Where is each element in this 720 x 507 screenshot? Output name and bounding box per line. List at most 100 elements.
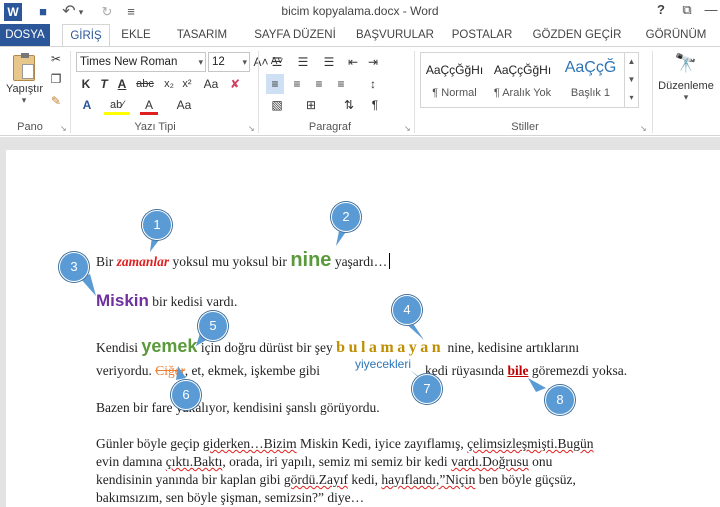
text-run: Bir [96,254,117,269]
align-right-button[interactable]: ≡ [310,74,328,94]
align-center-button[interactable]: ≡ [288,74,306,94]
text-run: hayıflandı,”Niçin [381,472,476,487]
doc-line-3: Kendisi yemek için doğru dürüst bir şey … [96,336,579,357]
bold-button[interactable]: K [78,74,94,94]
tab-home[interactable]: GİRİŞ [62,24,110,47]
chevron-down-icon: ▾ [21,95,27,105]
undo-dropdown-icon[interactable]: ▾ [76,3,86,21]
redo-icon[interactable]: ↻ [98,3,116,21]
sort-button[interactable]: ⇅ [340,95,358,115]
tab-view[interactable]: GÖRÜNÜM [636,24,716,46]
editing-button[interactable]: 🔭 Düzenleme ▾ [656,51,716,117]
tab-design[interactable]: TASARIM [166,24,238,46]
decrease-indent-button[interactable]: ⇤ [344,52,362,72]
callout-2: 2 [331,202,361,232]
text-effects-button[interactable]: A [78,95,96,115]
cut-icon[interactable]: ✂ [46,49,66,69]
text-run: bir kedisi vardı. [148,294,238,309]
font-case-button[interactable]: Aa [170,95,198,115]
group-separator [258,51,259,133]
callout-8: 8 [545,385,575,415]
styles-launcher-icon[interactable]: ↘ [640,124,647,133]
align-left-button[interactable]: ≡ [266,74,284,94]
group-label-paragraph: Paragraf [308,121,352,133]
chevron-down-icon[interactable]: ▼ [625,71,638,89]
minimize-button[interactable]: — [700,2,720,17]
copy-icon[interactable]: ❐ [46,69,66,89]
word-yiyecekleri: yiyecekleri [355,357,412,371]
line-spacing-button[interactable]: ↕ [362,74,384,94]
callout-3: 3 [59,252,89,282]
callout-4: 4 [392,295,422,325]
numbering-button[interactable]: ☰ [292,52,314,72]
font-name-combo[interactable]: Times New Roman ▾ [76,52,206,72]
style-no-spacing[interactable]: AaÇçĞğHı ¶ Aralık Yok [489,53,556,107]
text-run: Kendisi [96,340,142,355]
text-run: çelimsizleşmişti.Bugün [467,436,594,451]
font-color-button[interactable]: A [140,95,158,115]
doc-line-5: Bazen bir fare yakalıyor, kendisini şans… [96,400,380,415]
font-size-combo[interactable]: 12 ▾ [208,52,250,72]
font-size-value: 12 [212,56,225,68]
increase-indent-button[interactable]: ⇥ [364,52,382,72]
text-run: giderken…Bizim [202,436,297,451]
doc-line-1: Bir zamanlar yoksul mu yoksul bir nine y… [96,249,391,272]
shading-button[interactable]: ▧ [266,95,288,115]
ribbon-tabs: DOSYA GİRİŞ EKLE TASARIM SAYFA DÜZENİ BA… [0,24,720,47]
tab-insert[interactable]: EKLE [116,24,156,46]
callout-1: 1 [142,210,172,240]
font-launcher-icon[interactable]: ↘ [248,124,255,133]
word-ciger: Ciğer [155,363,185,378]
word-yemek: yemek [141,336,198,356]
paste-button[interactable]: Yapıştır ▾ [6,53,44,113]
strikethrough-button[interactable]: abc [132,74,158,94]
text-run: veriyordu. [96,363,156,378]
tab-review[interactable]: GÖZDEN GEÇİR [532,24,622,46]
style-name: ¶ Aralık Yok [493,87,552,99]
chevron-up-icon[interactable]: ▲ [625,53,638,71]
justify-button[interactable]: ≡ [332,74,350,94]
borders-button[interactable]: ⊞ [300,95,322,115]
text-run: yoksul mu yoksul bir [169,254,291,269]
tab-mailings[interactable]: POSTALAR [450,24,514,46]
clear-formatting-icon[interactable]: ✘ [226,74,244,94]
more-styles-icon[interactable]: ▾ [625,89,638,107]
help-button[interactable]: ? [650,2,672,17]
highlight-button[interactable]: ab⁄ [104,95,130,115]
clipboard-launcher-icon[interactable]: ↘ [60,124,67,133]
bullets-button[interactable]: ☰ [266,52,288,72]
style-normal[interactable]: AaÇçĞğHı ¶ Normal [421,53,488,107]
underline-button[interactable]: A [114,74,130,94]
ribbon-display-button[interactable]: ⧉ [676,2,698,18]
customize-toolbar-icon[interactable]: ≡ [122,3,140,21]
group-label-clipboard: Pano [17,121,43,133]
style-preview: AaÇçĞ [564,59,617,76]
text-run: , et, ekmek, işkembe gibi [184,363,321,378]
show-formatting-button[interactable]: ¶ [366,95,384,115]
subscript-button[interactable]: x₂ [160,74,178,94]
superscript-button[interactable]: x² [178,74,196,94]
text-run: onu [528,454,553,469]
word-app-icon[interactable]: W [4,3,22,21]
text-run: gördü.Zayıf [283,472,348,487]
style-preview: AaÇçĞğHı [425,63,484,77]
multilevel-list-button[interactable]: ☰ [318,52,340,72]
italic-button[interactable]: T [96,74,112,94]
tab-file[interactable]: DOSYA [0,24,50,46]
doc-para-6-line-4: bakımsızım, sen böyle şişman, semizsin?”… [96,490,365,505]
font-name-value: Times New Roman [80,56,178,68]
style-heading-1[interactable]: AaÇçĞ Başlık 1 [557,53,624,107]
tab-references[interactable]: BAŞVURULAR [350,24,440,46]
clipboard-icon [13,53,35,81]
save-icon[interactable]: ■ [34,3,52,21]
text-run: Günler böyle geçip [96,436,203,451]
paragraph-launcher-icon[interactable]: ↘ [404,124,411,133]
change-case-button[interactable]: Aa [200,74,222,94]
style-preview: AaÇçĞğHı [493,63,552,77]
text-cursor [389,253,391,269]
callout-7: 7 [412,374,442,404]
paste-label: Yapıştır [6,83,44,95]
format-painter-icon[interactable]: ✎ [46,91,66,111]
styles-gallery: AaÇçĞğHı ¶ Normal AaÇçĞğHı ¶ Aralık Yok … [420,52,625,108]
tab-page-layout[interactable]: SAYFA DÜZENİ [250,24,340,46]
